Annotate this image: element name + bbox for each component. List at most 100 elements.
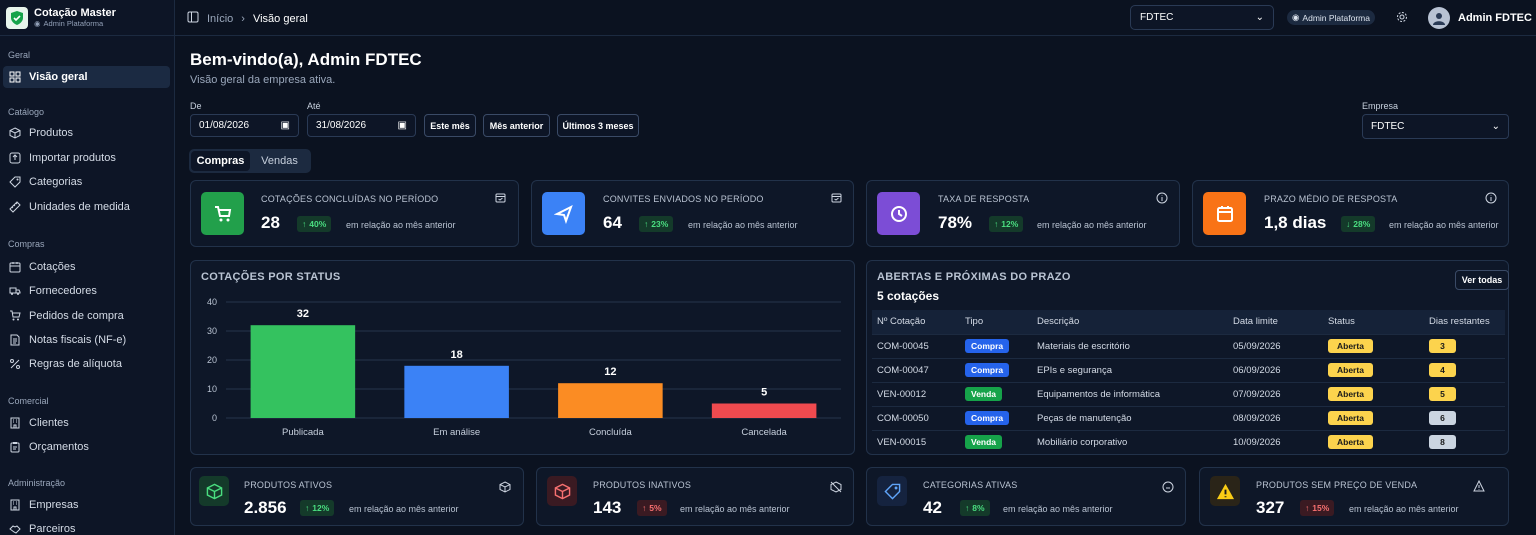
kpi-compare: em relação ao mês anterior: [1037, 220, 1147, 230]
breadcrumb-home[interactable]: Início: [207, 13, 233, 25]
company-label: Empresa: [1362, 101, 1399, 111]
info-icon[interactable]: [1485, 192, 1497, 207]
sidebar-item-empresas[interactable]: Empresas: [3, 494, 170, 516]
x-tick-label: Em análise: [433, 427, 480, 438]
sidebar-item-produtos[interactable]: Produtos: [3, 122, 170, 144]
sidebar-item-notas-fiscais[interactable]: Notas fiscais (NF-e): [3, 329, 170, 351]
tag-icon: [9, 176, 21, 188]
sidebar-item-label: Pedidos de compra: [29, 310, 124, 322]
breadcrumb-current: Visão geral: [252, 12, 308, 25]
tab-compras[interactable]: Compras: [191, 151, 250, 171]
ruler-icon: [9, 201, 21, 213]
bar: [404, 365, 509, 418]
table-row[interactable]: VEN-00015 Venda Mobiliário corporativo 10/0…: [872, 429, 1505, 454]
calendar-check-icon: [495, 192, 506, 206]
chevron-down-icon: ⌄: [1255, 12, 1264, 23]
kpi-title: CONVITES ENVIADOS NO PERÍODO: [603, 194, 764, 204]
arrow-up-icon: ↑: [1305, 503, 1310, 513]
cell-dias-restantes: 5: [1429, 387, 1456, 401]
badge-check-icon: ◉: [1292, 12, 1300, 22]
sidebar-item-regras-aliquota[interactable]: Regras de alíquota: [3, 353, 170, 375]
x-tick-label: Publicada: [282, 427, 324, 438]
sidebar-item-orcamentos[interactable]: Orçamentos: [3, 436, 170, 458]
col-descricao: Descrição: [1032, 310, 1228, 334]
bar-value-label: 18: [451, 349, 463, 361]
sidebar-item-label: Importar produtos: [29, 152, 116, 164]
cell-data-limite: 06/09/2026: [1233, 364, 1281, 376]
avatar[interactable]: [1428, 7, 1450, 29]
user-name[interactable]: Admin FDTEC: [1458, 12, 1532, 24]
sidebar-item-categorias[interactable]: Categorias: [3, 171, 170, 193]
view-all-button[interactable]: Ver todas: [1455, 270, 1509, 290]
kpi-delta-badge: ↑ 40%: [297, 216, 332, 232]
cell-data-limite: 10/09/2026: [1233, 436, 1281, 448]
kpi-card-cotacoes-concluidas: COTAÇÕES CONCLUÍDAS NO PERÍODO 28 ↑ 40% e…: [190, 180, 519, 247]
sidebar-item-cotacoes[interactable]: Cotações: [3, 256, 170, 278]
cell-numero: COM-00045: [877, 340, 929, 352]
cell-status: Aberta: [1328, 387, 1373, 401]
sidebar-item-importar-produtos[interactable]: Importar produtos: [3, 147, 170, 169]
cell-data-limite: 08/09/2026: [1233, 412, 1281, 424]
kpi-value: 327: [1256, 498, 1285, 517]
cell-status: Aberta: [1328, 411, 1373, 425]
last-3-months-button[interactable]: Últimos 3 meses: [557, 114, 639, 137]
brand[interactable]: Cotação Master ◉ Admin Plataforma: [0, 0, 174, 36]
cell-numero: COM-00047: [877, 364, 929, 376]
table-row[interactable]: COM-00050 Compra Peças de manutenção 08/09/…: [872, 405, 1505, 430]
gear-icon[interactable]: [1396, 11, 1408, 26]
sidebar-item-label: Notas fiscais (NF-e): [29, 334, 127, 346]
upload-icon: [9, 152, 21, 164]
kpi-card-taxa-resposta: TAXA DE RESPOSTA 78% ↑ 12% em relação ao …: [866, 180, 1180, 247]
box-icon: [499, 481, 511, 496]
company-select-top[interactable]: FDTEC ⌄: [1130, 5, 1274, 30]
date-to-input[interactable]: 31/08/2026 ▣: [307, 114, 416, 137]
table-row[interactable]: COM-00045 Compra Materiais de escritório 05…: [872, 333, 1505, 358]
cell-tipo: Compra: [965, 411, 1010, 425]
kpi-value: 2.856: [244, 498, 287, 517]
tab-vendas[interactable]: Vendas: [250, 151, 309, 171]
smile-icon: [1162, 481, 1174, 496]
bar: [711, 403, 817, 418]
sidebar-item-visao-geral[interactable]: Visão geral: [3, 66, 170, 88]
calendar-icon: ▣: [280, 120, 290, 131]
sidebar-item-label: Visão geral: [29, 71, 88, 83]
kpi-value: 28: [261, 213, 280, 232]
this-month-button[interactable]: Este mês: [424, 114, 476, 137]
bar-value-label: 5: [761, 387, 767, 399]
kpi-card-prazo-medio: PRAZO MÉDIO DE RESPOSTA 1,8 dias ↓ 28% em…: [1192, 180, 1509, 247]
cell-numero: VEN-00012: [877, 388, 927, 400]
brand-title: Cotação Master: [34, 7, 116, 19]
previous-month-button[interactable]: Mês anterior: [483, 114, 550, 137]
kpi-title: COTAÇÕES CONCLUÍDAS NO PERÍODO: [261, 194, 439, 204]
kpi-delta-badge: ↑ 8%: [960, 500, 990, 516]
arrow-up-icon: ↑: [302, 219, 307, 229]
info-icon[interactable]: [1156, 192, 1168, 207]
status-chart-card: COTAÇÕES POR STATUS 0 10 20 30 40 32 Publicada…: [190, 260, 855, 455]
box-icon: [9, 127, 21, 139]
sidebar-item-unidades[interactable]: Unidades de medida: [3, 196, 170, 218]
cell-status: Aberta: [1328, 339, 1373, 353]
sidebar-item-fornecedores[interactable]: Fornecedores: [3, 280, 170, 302]
percent-icon: [10, 359, 20, 369]
deadline-table: Nº Cotação Tipo Descrição Data limite St…: [872, 310, 1505, 454]
sidebar-item-parceiros[interactable]: Parceiros: [3, 518, 170, 535]
table-row[interactable]: COM-00047 Compra EPIs e segurança 06/09/202…: [872, 357, 1505, 382]
cell-status: Aberta: [1328, 363, 1373, 377]
sidebar-toggle-icon[interactable]: [187, 11, 199, 26]
kpi-delta-badge: ↑ 15%: [1300, 500, 1335, 516]
company-select[interactable]: FDTEC ⌄: [1362, 114, 1509, 139]
sidebar-item-pedidos-compra[interactable]: Pedidos de compra: [3, 305, 170, 327]
sidebar-item-clientes[interactable]: Clientes: [3, 412, 170, 434]
kpi-value: 143: [593, 498, 622, 517]
date-from-input[interactable]: 01/08/2026 ▣: [190, 114, 299, 137]
kpi-delta-badge: ↑ 12%: [300, 500, 335, 516]
kpi-card-produtos-inativos: PRODUTOS INATIVOS 143 ↑ 5% em relação ao …: [536, 467, 854, 526]
bar-value-label: 12: [604, 366, 616, 378]
section-administracao: Administração: [8, 478, 66, 488]
dashboard-icon: [9, 71, 21, 83]
kpi-compare: em relação ao mês anterior: [680, 504, 790, 514]
topbar: Início › Visão geral FDTEC ⌄ ◉ Admin Pla…: [175, 0, 1536, 36]
page-subtitle: Visão geral da empresa ativa.: [190, 74, 336, 86]
warning-icon: [1210, 476, 1240, 506]
table-row[interactable]: VEN-00012 Venda Equipamentos de informátic…: [872, 381, 1505, 406]
